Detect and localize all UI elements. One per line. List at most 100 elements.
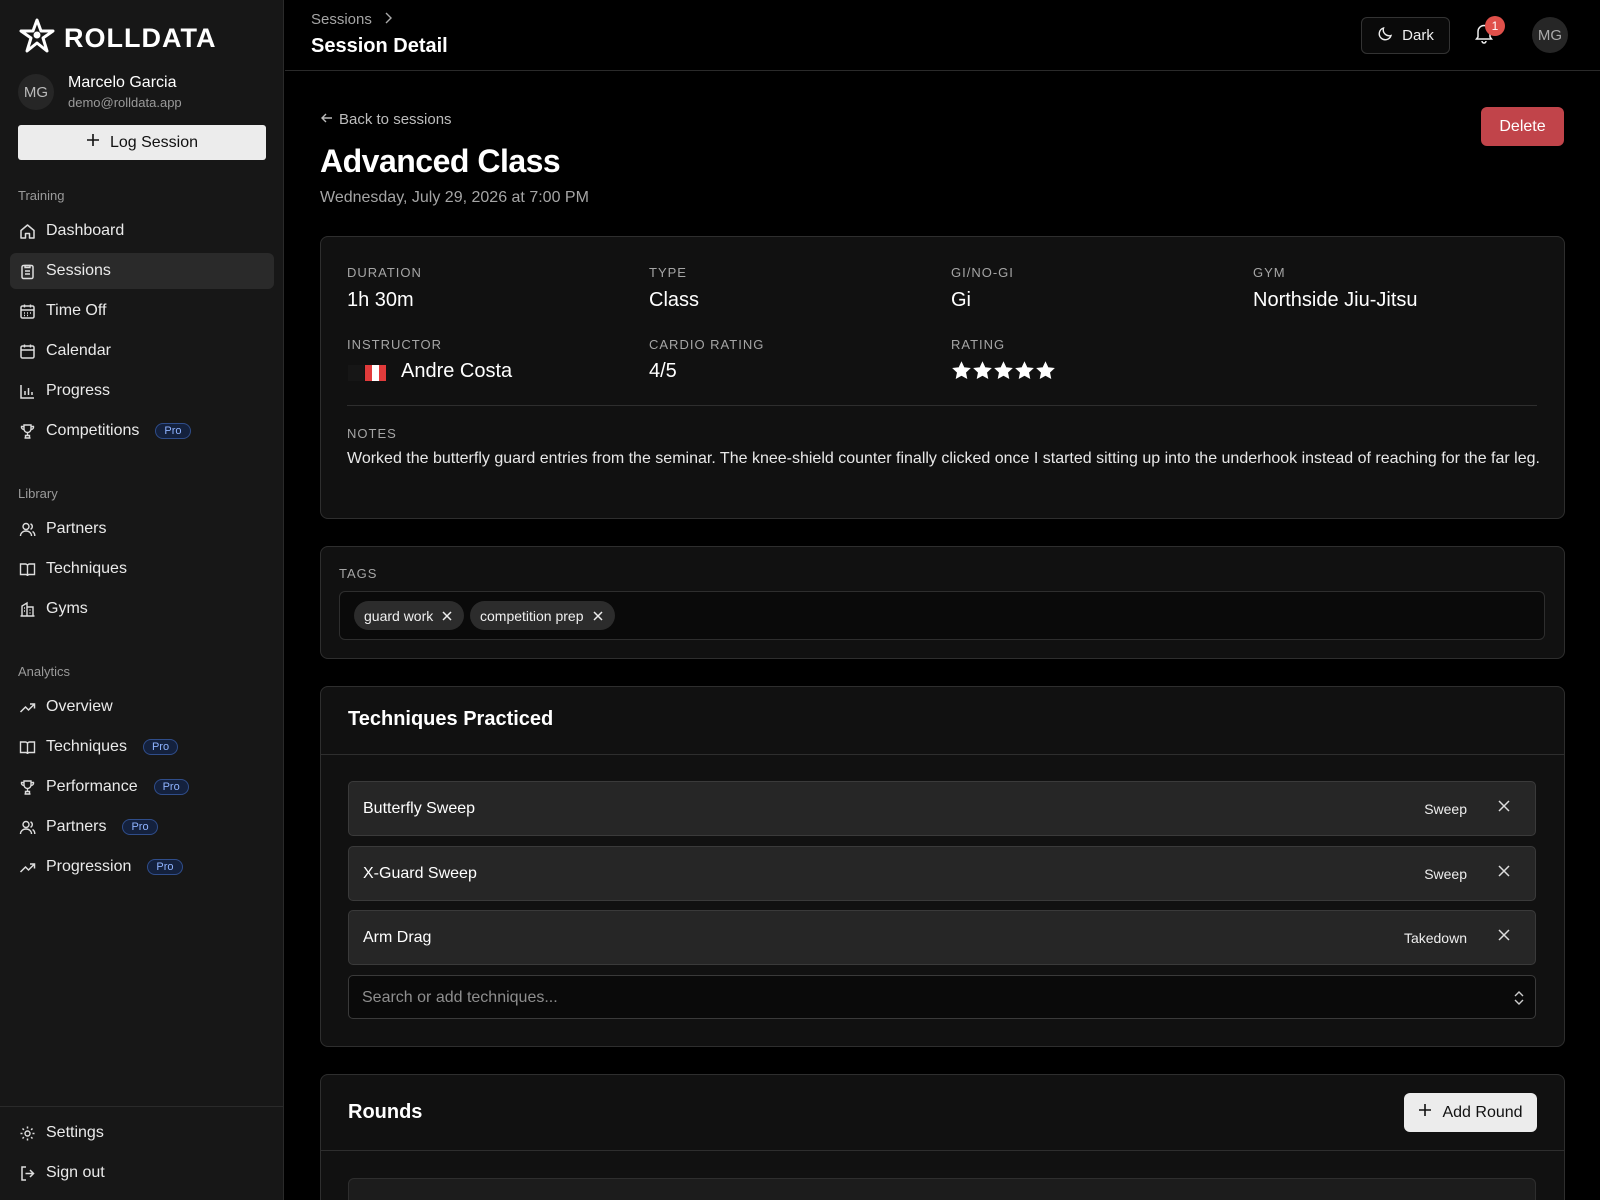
sidebar-item-dashboard[interactable]: Dashboard <box>10 213 274 249</box>
plus-icon <box>1418 1103 1432 1122</box>
technique-category: Takedown <box>1403 930 1467 946</box>
sidebar-item-techniques[interactable]: Techniques <box>10 551 274 587</box>
star-icon <box>1036 361 1055 380</box>
clipboard-icon <box>18 262 36 280</box>
sidebar-item-analytics-techniques[interactable]: Techniques Pro <box>10 729 274 765</box>
sidebar-item-label: Progression <box>46 858 132 875</box>
sidebar-item-label: Sign out <box>46 1164 105 1181</box>
sidebar-item-sign-out[interactable]: Sign out <box>10 1155 274 1191</box>
logo[interactable]: ROLLDATA <box>18 18 216 59</box>
theme-toggle-button[interactable]: Dark <box>1361 17 1450 54</box>
cardio-label: CARDIO RATING <box>649 337 765 352</box>
sidebar-item-label: Gyms <box>46 600 88 617</box>
remove-technique-icon[interactable] <box>1497 864 1511 883</box>
add-round-button[interactable]: Add Round <box>1404 1093 1537 1132</box>
sidebar-item-analytics-partners[interactable]: Partners Pro <box>10 809 274 845</box>
breadcrumb-sessions-link[interactable]: Sessions <box>311 11 372 28</box>
session-title: Advanced Class <box>320 143 561 179</box>
technique-search-input[interactable] <box>362 986 1482 1010</box>
sidebar-item-competitions[interactable]: Competitions Pro <box>10 413 274 449</box>
duration-value: 1h 30m <box>347 289 414 311</box>
gi-value: Gi <box>951 289 971 311</box>
technique-search-combobox <box>348 975 1536 1019</box>
sidebar-item-label: Progress <box>46 382 111 399</box>
sidebar-item-label: Performance <box>46 778 138 795</box>
user-profile[interactable]: MG Marcelo Garcia demo@rolldata.app <box>18 74 182 110</box>
notes-text: Worked the butterfly guard entries from … <box>347 450 1540 467</box>
trending-up-icon <box>18 858 36 876</box>
notification-badge: 1 <box>1485 16 1505 36</box>
calendar-off-icon <box>18 302 36 320</box>
book-icon <box>18 560 36 578</box>
user-avatar-button[interactable]: MG <box>1532 17 1568 53</box>
star-rating <box>952 361 1055 380</box>
instructor-value: Andre Costa <box>401 360 513 382</box>
book-icon <box>18 738 36 756</box>
sidebar-item-progression[interactable]: Progression Pro <box>10 849 274 885</box>
log-session-button[interactable]: Log Session <box>18 125 266 160</box>
sidebar-item-label: Techniques <box>46 738 127 755</box>
sidebar-divider <box>0 1106 284 1107</box>
logo-icon <box>18 18 56 59</box>
back-to-sessions-link[interactable]: Back to sessions <box>320 111 452 128</box>
pro-badge: Pro <box>122 819 158 835</box>
add-round-label: Add Round <box>1442 1103 1523 1121</box>
technique-row: Arm Drag Takedown <box>348 910 1536 965</box>
technique-category: Sweep <box>1424 866 1467 882</box>
sidebar-item-label: Settings <box>46 1124 104 1141</box>
gym-value: Northside Jiu-Jitsu <box>1253 289 1418 311</box>
sidebar-item-label: Sessions <box>46 262 111 279</box>
users-icon <box>18 818 36 836</box>
sidebar-item-time-off[interactable]: Time Off <box>10 293 274 329</box>
sidebar-item-overview[interactable]: Overview <box>10 689 274 725</box>
pro-badge: Pro <box>147 859 183 875</box>
star-icon <box>994 361 1013 380</box>
sidebar-item-label: Calendar <box>46 342 111 359</box>
sidebar-item-label: Time Off <box>46 302 107 319</box>
gear-icon <box>18 1124 36 1142</box>
tag-chip: competition prep <box>470 601 615 630</box>
delete-button[interactable]: Delete <box>1481 107 1564 146</box>
close-icon[interactable] <box>442 608 452 624</box>
avatar: MG <box>18 74 54 110</box>
star-icon <box>952 361 971 380</box>
moon-icon <box>1377 25 1394 46</box>
tag-label: competition prep <box>480 607 584 624</box>
sidebar-item-gyms[interactable]: Gyms <box>10 591 274 627</box>
cardio-value: 4/5 <box>649 360 677 382</box>
chevron-up-down-icon[interactable] <box>1513 989 1525 1012</box>
tag-chip: guard work <box>354 601 465 630</box>
sidebar-item-progress[interactable]: Progress <box>10 373 274 409</box>
notes-label: NOTES <box>347 426 397 441</box>
arrow-left-icon <box>320 111 333 128</box>
duration-label: DURATION <box>347 265 422 280</box>
page-title: Session Detail <box>311 35 448 57</box>
close-icon[interactable] <box>592 608 603 624</box>
technique-row: X-Guard Sweep Sweep <box>348 846 1536 901</box>
sidebar-item-sessions[interactable]: Sessions <box>10 253 274 289</box>
tag-label: guard work <box>364 607 434 624</box>
user-email: demo@rolldata.app <box>68 95 182 110</box>
topbar: Sessions Session Detail Dark 1 MG <box>285 0 1600 71</box>
session-datetime: Wednesday, July 29, 2026 at 7:00 PM <box>320 189 589 206</box>
sidebar-item-label: Overview <box>46 698 113 715</box>
sidebar-item-label: Competitions <box>46 422 140 439</box>
type-value: Class <box>649 289 700 311</box>
remove-technique-icon[interactable] <box>1497 799 1511 818</box>
sidebar-item-calendar[interactable]: Calendar <box>10 333 274 369</box>
logo-text: ROLLDATA <box>64 23 217 53</box>
star-icon <box>1015 361 1034 380</box>
sidebar-item-performance[interactable]: Performance Pro <box>10 769 274 805</box>
section-label-analytics: Analytics <box>18 664 71 679</box>
sidebar-item-settings[interactable]: Settings <box>10 1115 274 1151</box>
technique-category: Sweep <box>1424 801 1467 817</box>
sidebar-item-label: Partners <box>46 520 107 537</box>
app-root: ROLLDATA MG Marcelo Garcia demo@rolldata… <box>0 0 1600 1200</box>
round-row[interactable] <box>348 1178 1536 1200</box>
trophy-icon <box>18 778 36 796</box>
rounds-title: Rounds <box>348 1101 423 1123</box>
technique-row: Butterfly Sweep Sweep <box>348 781 1536 836</box>
remove-technique-icon[interactable] <box>1497 928 1511 947</box>
card-divider <box>321 1150 1564 1151</box>
sidebar-item-partners[interactable]: Partners <box>10 511 274 547</box>
